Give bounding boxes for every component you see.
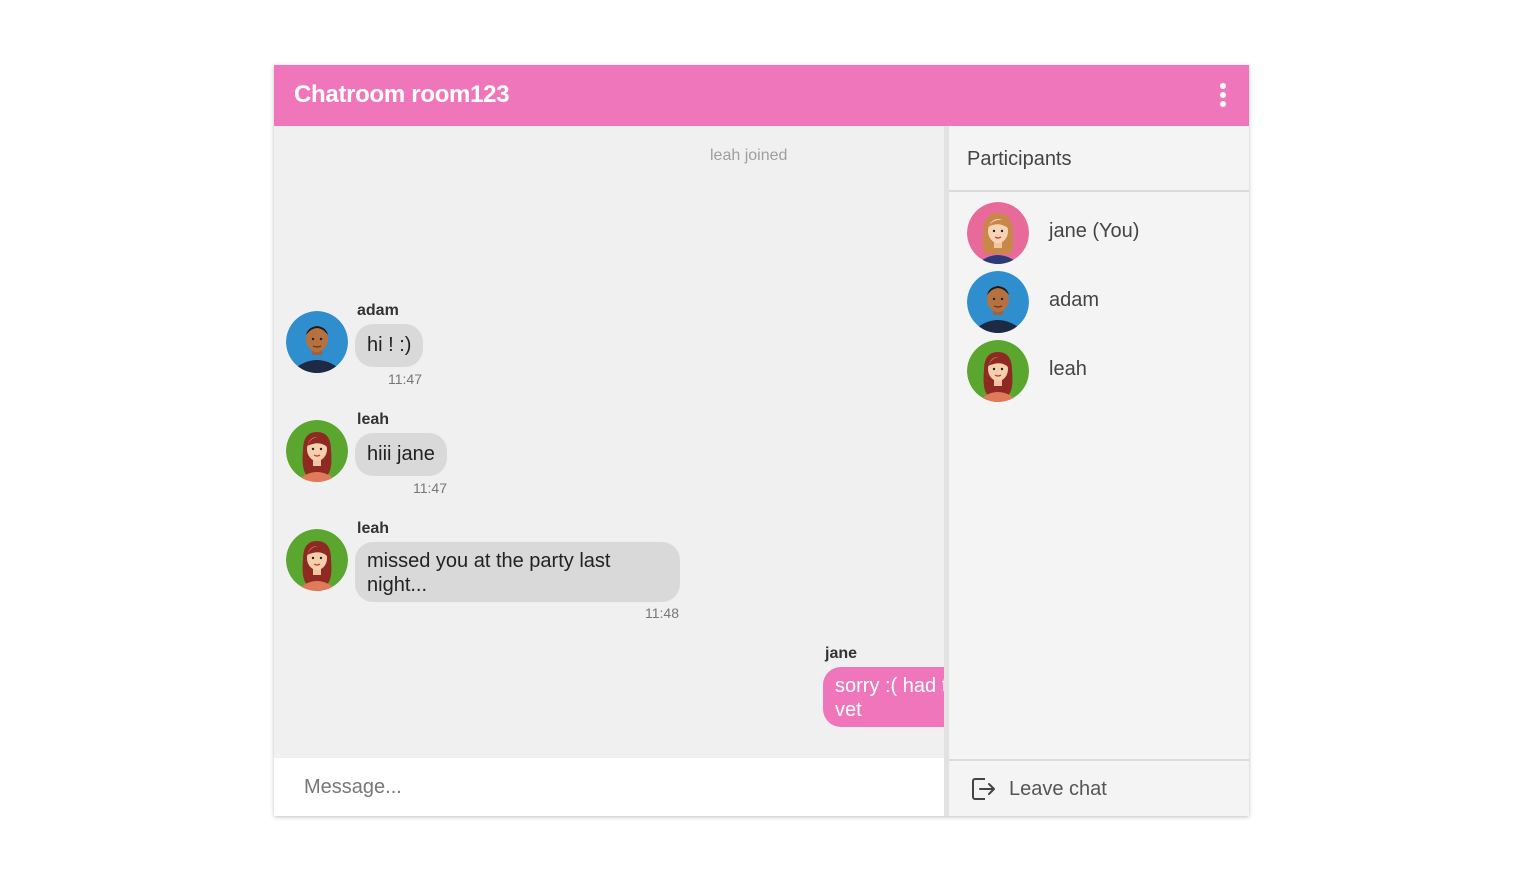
participants-title: Participants <box>967 148 1072 170</box>
participant-name: jane (You) <box>1049 220 1140 242</box>
avatar-leah <box>286 529 348 591</box>
composer <box>274 758 944 816</box>
chat-window: Chatroom room123 leah joined adam hi ! :… <box>274 65 1249 816</box>
avatar-leah <box>286 420 348 482</box>
message-bubble-own: sorry :( had t vet <box>823 667 944 727</box>
participant-adam[interactable]: adam <box>967 271 1237 335</box>
leave-chat-button[interactable]: Leave chat <box>949 759 1249 816</box>
participants-header: Participants <box>949 126 1249 192</box>
message-sender: jane <box>825 645 858 662</box>
message-input[interactable] <box>294 767 944 807</box>
message-line: vet <box>835 699 862 721</box>
message-time: 11:47 <box>413 480 447 496</box>
message-bubble: hi ! :) <box>355 324 424 367</box>
message-bubble: hiii jane <box>355 433 447 476</box>
message-time: 11:47 <box>388 371 422 387</box>
message-bubble: missed you at the party last night... <box>355 542 680 602</box>
message-sender: leah <box>357 520 390 537</box>
message-list[interactable]: leah joined adam hi ! :) 11:47 leah hiii… <box>274 126 944 758</box>
more-vert-icon[interactable] <box>1215 81 1231 111</box>
message-line: sorry :( had t <box>835 675 944 697</box>
participant-leah[interactable]: leah <box>967 340 1237 404</box>
chat-title: Chatroom room123 <box>294 81 510 108</box>
message-sender: adam <box>357 302 399 319</box>
participant-name: leah <box>1049 358 1087 380</box>
participants-panel: Participants jane (You) adam leah <box>949 126 1249 759</box>
avatar-adam <box>967 271 1029 333</box>
avatar-adam <box>286 311 348 373</box>
exit-icon <box>969 775 997 808</box>
participant-name: adam <box>1049 289 1100 311</box>
message-time: 11:48 <box>645 605 679 621</box>
chat-header: Chatroom room123 <box>274 65 1249 126</box>
system-message: leah joined <box>710 147 788 164</box>
participant-jane[interactable]: jane (You) <box>967 202 1237 266</box>
avatar-jane <box>967 202 1029 264</box>
leave-chat-label: Leave chat <box>1009 778 1107 800</box>
avatar-leah <box>967 340 1029 402</box>
message-sender: leah <box>357 411 390 428</box>
